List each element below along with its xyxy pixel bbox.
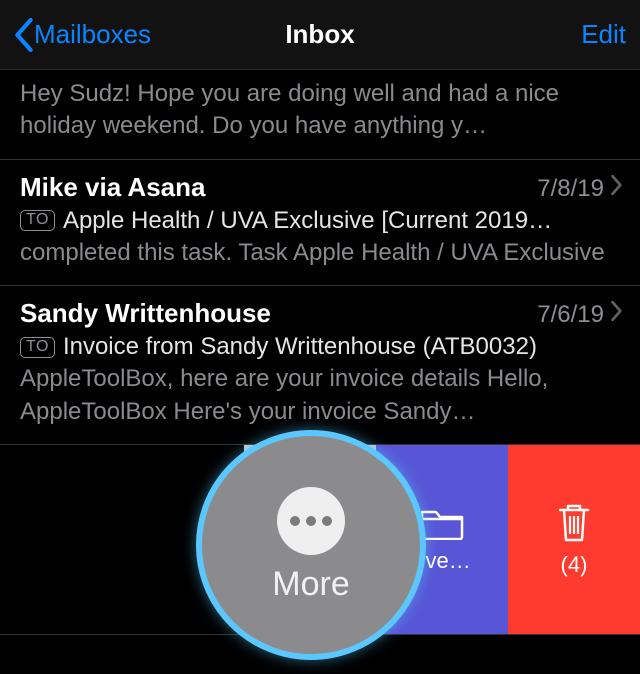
mail-subject: Apple Health / UVA Exclusive [Current 20…: [63, 207, 552, 235]
nav-bar: Mailboxes Inbox Edit: [0, 0, 640, 70]
mail-preview: AppleToolBox, here are your invoice deta…: [20, 363, 624, 428]
mail-row[interactable]: Mike via Asana 7/8/19 TO Apple Health / …: [0, 160, 640, 286]
swipe-trash-button[interactable]: (4): [508, 445, 640, 634]
highlight-label: More: [272, 565, 349, 604]
to-badge: TO: [20, 210, 55, 231]
mail-sender: Mike via Asana: [20, 172, 537, 203]
mail-preview: completed this task. Task Apple Health /…: [20, 237, 624, 269]
mail-date: 7/8/19: [537, 175, 604, 203]
swipe-trash-label: (4): [561, 552, 588, 578]
ellipsis-icon: [277, 487, 345, 555]
back-button[interactable]: Mailboxes: [14, 18, 151, 52]
edit-button[interactable]: Edit: [581, 19, 626, 50]
highlight-circle: More: [196, 430, 426, 660]
mail-subject: Invoice from Sandy Writtenhouse (ATB0032…: [63, 333, 537, 361]
back-label: Mailboxes: [34, 19, 151, 50]
mail-row[interactable]: Hey Sudz! Hope you are doing well and ha…: [0, 70, 640, 160]
mail-sender: Sandy Writtenhouse: [20, 298, 537, 329]
folder-icon: [419, 504, 465, 540]
mail-date: 7/6/19: [537, 301, 604, 329]
trash-icon: [554, 500, 594, 544]
chevron-right-icon: [610, 300, 624, 322]
mail-preview: Hey Sudz! Hope you are doing well and ha…: [20, 78, 624, 143]
chevron-left-icon: [14, 18, 34, 52]
to-badge: TO: [20, 337, 55, 358]
chevron-right-icon: [610, 174, 624, 196]
mail-row[interactable]: Sandy Writtenhouse 7/6/19 TO Invoice fro…: [0, 286, 640, 445]
